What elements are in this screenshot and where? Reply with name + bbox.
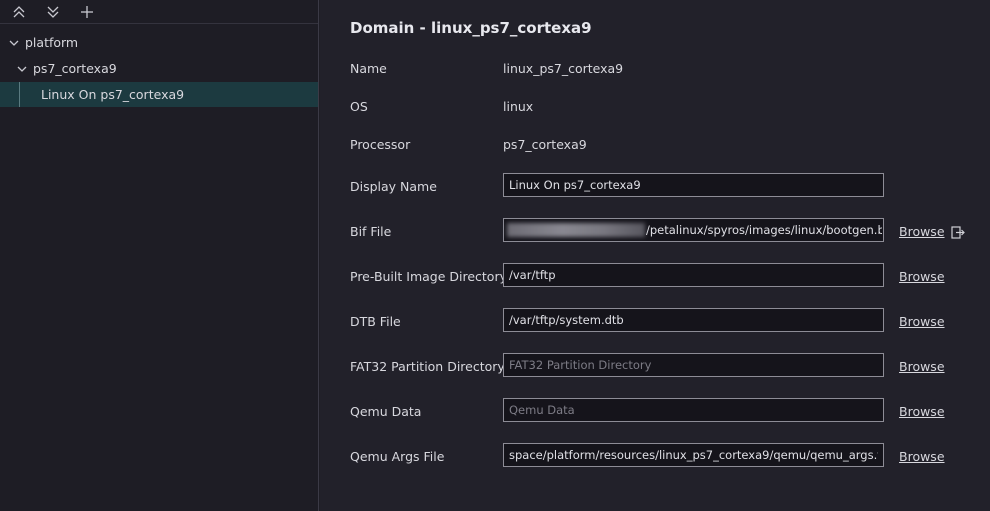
chevron-down-icon[interactable] [15,62,29,76]
prebuilt-browse-link[interactable]: Browse [899,269,945,284]
tree-item-platform[interactable]: platform [0,30,318,55]
qemu-args-input[interactable] [503,443,884,467]
os-value: linux [503,99,534,114]
tree-item-label: platform [25,35,79,50]
bif-browse-link[interactable]: Browse [899,224,945,239]
tree-item-ps7-cortexa9[interactable]: ps7_cortexa9 [0,56,318,81]
explorer-toolbar [0,0,318,24]
fat32-dir-label: FAT32 Partition Directory [350,359,505,374]
name-value: linux_ps7_cortexa9 [503,61,624,76]
fat32-browse-link[interactable]: Browse [899,359,945,374]
expand-all-button[interactable] [44,3,62,21]
display-name-input[interactable] [503,173,884,197]
prebuilt-dir-input[interactable] [503,263,884,287]
collapse-all-button[interactable] [10,3,28,21]
bif-file-value: /petalinux/spyros/images/linux/bootgen.b… [646,223,882,237]
domain-editor: Domain - linux_ps7_cortexa9 Name linux_p… [320,0,990,511]
page-title: Domain - linux_ps7_cortexa9 [350,19,592,37]
name-label: Name [350,61,387,76]
dtb-file-label: DTB File [350,314,401,329]
explorer-pane: platform ps7_cortexa9 Linux On ps7_corte… [0,0,319,511]
tree-item-linux-domain[interactable]: Linux On ps7_cortexa9 [0,82,318,107]
fat32-dir-input[interactable] [503,353,884,377]
add-button[interactable] [78,3,96,21]
processor-value: ps7_cortexa9 [503,137,587,152]
bif-file-label: Bif File [350,224,392,239]
qemu-args-browse-link[interactable]: Browse [899,449,945,464]
double-chevron-down-icon [47,6,59,18]
export-icon[interactable] [950,224,966,240]
redacted-path [507,223,645,237]
qemu-data-browse-link[interactable]: Browse [899,404,945,419]
display-name-label: Display Name [350,179,437,194]
indent-guide [19,82,20,107]
dtb-browse-link[interactable]: Browse [899,314,945,329]
plus-icon [81,5,93,18]
dtb-file-input[interactable] [503,308,884,332]
os-label: OS [350,99,368,114]
qemu-data-input[interactable] [503,398,884,422]
double-chevron-up-icon [13,5,25,17]
qemu-args-label: Qemu Args File [350,449,445,464]
tree-item-label: Linux On ps7_cortexa9 [41,87,185,102]
tree-item-label: ps7_cortexa9 [33,61,117,76]
prebuilt-dir-label: Pre-Built Image Directory [350,269,507,284]
chevron-down-icon[interactable] [7,36,21,50]
processor-label: Processor [350,137,411,152]
qemu-data-label: Qemu Data [350,404,422,419]
